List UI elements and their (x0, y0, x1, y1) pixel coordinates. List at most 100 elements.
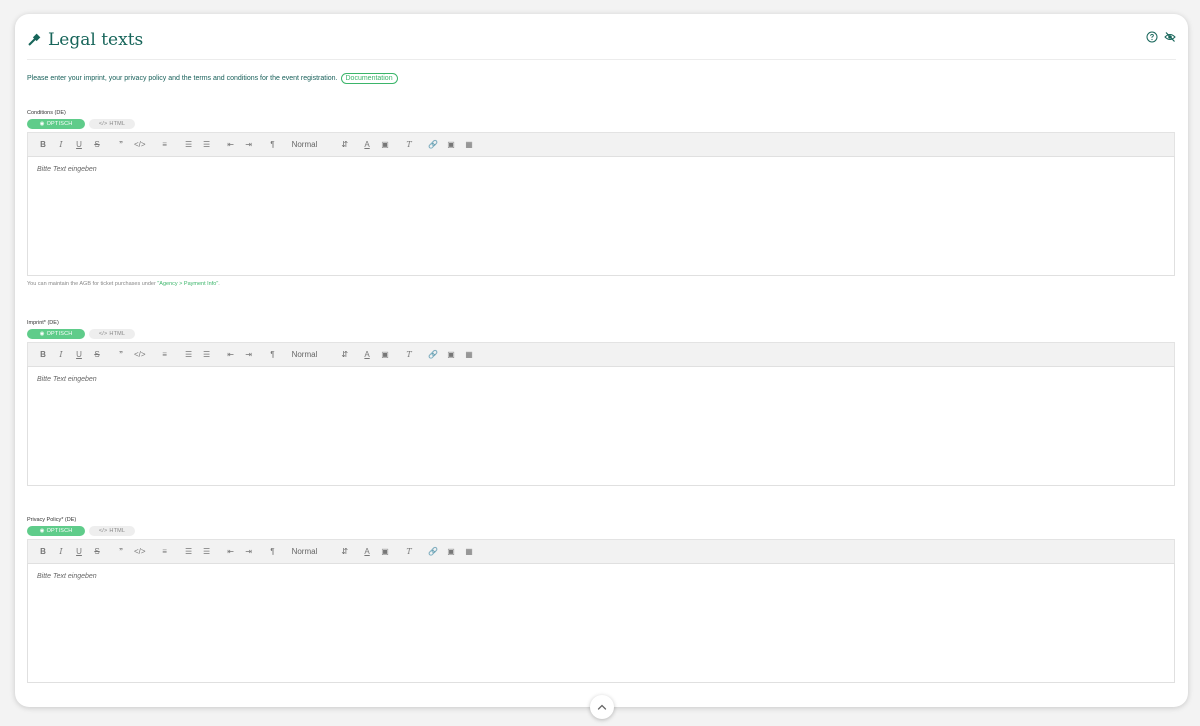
visibility-off-icon[interactable] (1164, 31, 1176, 43)
agb-note: You can maintain the AGB for ticket purc… (27, 281, 1175, 287)
editor-placeholder: Bitte Text eingeben (37, 166, 97, 173)
quote-icon[interactable]: ” (116, 349, 126, 361)
html-mode-button[interactable]: </> HTML (89, 526, 135, 536)
field-label: Privacy Policy* (DE) (27, 517, 77, 523)
payment-info-link[interactable]: "Agency > Payment Info" (157, 281, 218, 287)
clear-format-icon[interactable]: T (404, 139, 414, 151)
code-tag-icon: </> (98, 331, 108, 337)
ordered-list-icon[interactable]: ☰ (184, 546, 194, 558)
format-select[interactable]: Normal ⇵ (292, 547, 348, 556)
html-mode-button[interactable]: </> HTML (89, 329, 135, 339)
quote-icon[interactable]: ” (116, 546, 126, 558)
italic-icon[interactable]: I (56, 546, 66, 558)
text-direction-icon[interactable]: ¶ (268, 546, 278, 558)
clear-format-icon[interactable]: T (404, 349, 414, 361)
link-icon[interactable]: 🔗 (428, 546, 438, 558)
html-mode-label: HTML (109, 528, 126, 534)
format-select[interactable]: Normal ⇵ (292, 350, 348, 359)
code-icon[interactable]: </> (134, 546, 146, 558)
strike-icon[interactable]: S (92, 139, 102, 151)
help-icon[interactable] (1146, 31, 1158, 43)
mode-switch: ◉ OPTISCH </> HTML (27, 526, 1175, 536)
image-icon[interactable]: ▣ (446, 546, 456, 558)
background-color-icon[interactable]: ▣ (380, 349, 390, 361)
scroll-to-top-button[interactable] (590, 695, 614, 719)
eye-icon: ◉ (39, 121, 45, 127)
ordered-list-icon[interactable]: ☰ (184, 139, 194, 151)
image-icon[interactable]: ▣ (446, 349, 456, 361)
code-tag-icon: </> (98, 528, 108, 534)
ordered-list-icon[interactable]: ☰ (184, 349, 194, 361)
code-tag-icon: </> (98, 121, 108, 127)
bold-icon[interactable]: B (38, 139, 48, 151)
indent-increase-icon[interactable]: ⇥ (244, 139, 254, 151)
video-icon[interactable]: ▦ (464, 546, 474, 558)
strike-icon[interactable]: S (92, 546, 102, 558)
chevron-up-icon (597, 704, 607, 710)
bold-icon[interactable]: B (38, 349, 48, 361)
indent-decrease-icon[interactable]: ⇤ (226, 546, 236, 558)
italic-icon[interactable]: I (56, 349, 66, 361)
indent-increase-icon[interactable]: ⇥ (244, 546, 254, 558)
align-icon[interactable]: ≡ (160, 546, 170, 558)
underline-icon[interactable]: U (74, 349, 84, 361)
image-icon[interactable]: ▣ (446, 139, 456, 151)
font-color-icon[interactable]: A (362, 349, 372, 361)
font-color-icon[interactable]: A (362, 139, 372, 151)
link-icon[interactable]: 🔗 (428, 349, 438, 361)
html-mode-button[interactable]: </> HTML (89, 119, 135, 129)
align-icon[interactable]: ≡ (160, 349, 170, 361)
font-color-icon[interactable]: A (362, 546, 372, 558)
html-mode-label: HTML (109, 121, 126, 127)
note-text: You can maintain the AGB for ticket purc… (27, 281, 158, 287)
indent-decrease-icon[interactable]: ⇤ (226, 349, 236, 361)
imprint-editor-area[interactable]: Bitte Text eingeben (27, 366, 1175, 486)
indent-increase-icon[interactable]: ⇥ (244, 349, 254, 361)
documentation-link[interactable]: Documentation (340, 73, 398, 84)
visual-mode-button[interactable]: ◉ OPTISCH (27, 119, 85, 129)
visual-mode-button[interactable]: ◉ OPTISCH (27, 526, 85, 536)
eye-icon: ◉ (39, 331, 45, 337)
mode-switch: ◉ OPTISCH </> HTML (27, 329, 1175, 339)
intro-text: Please enter your imprint, your privacy … (27, 75, 338, 82)
select-arrows-icon: ⇵ (341, 547, 349, 556)
bullet-list-icon[interactable]: ☰ (202, 139, 212, 151)
visual-mode-button[interactable]: ◉ OPTISCH (27, 329, 85, 339)
code-icon[interactable]: </> (134, 349, 146, 361)
field-label: Conditions (DE) (27, 110, 66, 116)
quote-icon[interactable]: ” (116, 139, 126, 151)
editor-placeholder: Bitte Text eingeben (37, 376, 97, 383)
visual-mode-label: OPTISCH (46, 528, 73, 534)
format-select-value: Normal (291, 350, 318, 359)
background-color-icon[interactable]: ▣ (380, 546, 390, 558)
privacy-policy-editor-area[interactable]: Bitte Text eingeben (27, 563, 1175, 683)
format-select-value: Normal (291, 140, 318, 149)
italic-icon[interactable]: I (56, 139, 66, 151)
field-label: Imprint* (DE) (27, 320, 59, 326)
underline-icon[interactable]: U (74, 546, 84, 558)
align-icon[interactable]: ≡ (160, 139, 170, 151)
code-icon[interactable]: </> (134, 139, 146, 151)
header-icons (1146, 31, 1176, 43)
underline-icon[interactable]: U (74, 139, 84, 151)
video-icon[interactable]: ▦ (464, 139, 474, 151)
title-wrap: Legal texts (27, 30, 143, 50)
indent-decrease-icon[interactable]: ⇤ (226, 139, 236, 151)
conditions-editor-area[interactable]: Bitte Text eingeben (27, 156, 1175, 276)
bullet-list-icon[interactable]: ☰ (202, 546, 212, 558)
bold-icon[interactable]: B (38, 546, 48, 558)
video-icon[interactable]: ▦ (464, 349, 474, 361)
mode-switch: ◉ OPTISCH </> HTML (27, 119, 1175, 129)
bullet-list-icon[interactable]: ☰ (202, 349, 212, 361)
strike-icon[interactable]: S (92, 349, 102, 361)
select-arrows-icon: ⇵ (341, 350, 349, 359)
visual-mode-label: OPTISCH (46, 121, 73, 127)
text-direction-icon[interactable]: ¶ (268, 349, 278, 361)
format-select[interactable]: Normal ⇵ (292, 140, 348, 149)
link-icon[interactable]: 🔗 (428, 139, 438, 151)
clear-format-icon[interactable]: T (404, 546, 414, 558)
editor-toolbar: B I U S ” </> ≡ ☰ ☰ ⇤ ⇥ ¶ Normal ⇵ A ▣ T… (27, 132, 1175, 156)
legal-texts-card: Legal texts Please enter your imprint, y… (15, 14, 1188, 707)
text-direction-icon[interactable]: ¶ (268, 139, 278, 151)
background-color-icon[interactable]: ▣ (380, 139, 390, 151)
